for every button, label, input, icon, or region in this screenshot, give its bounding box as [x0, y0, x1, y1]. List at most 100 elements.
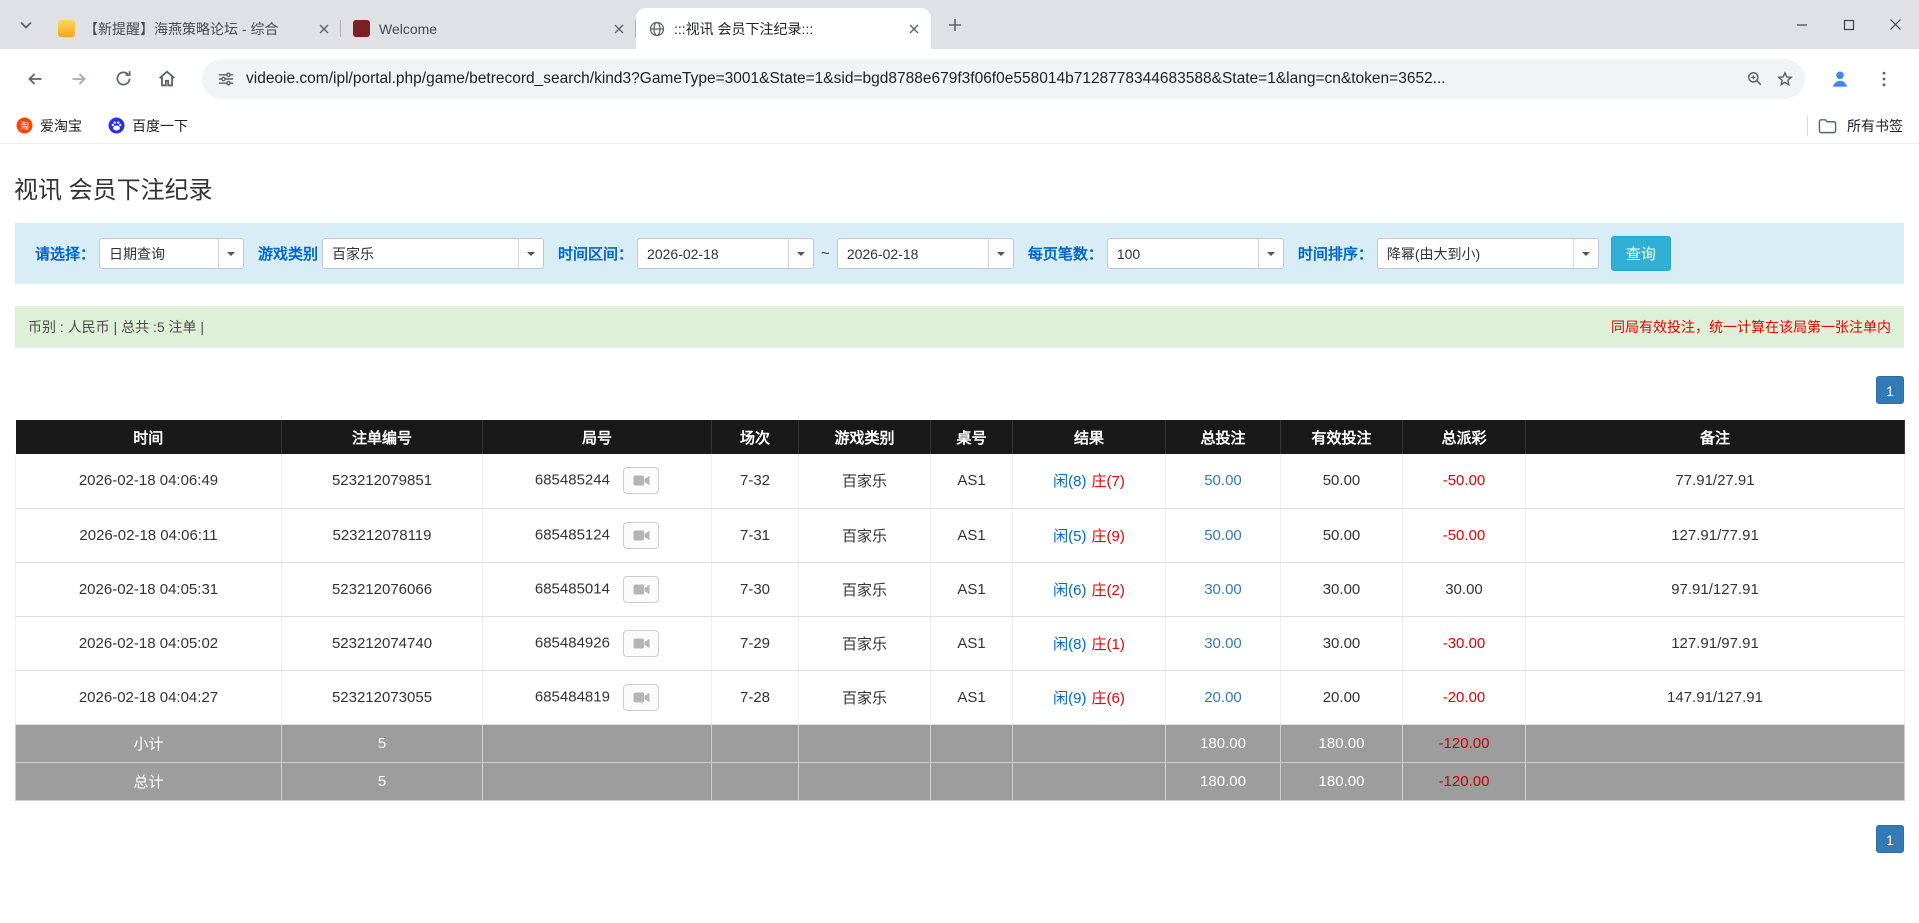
- svg-text:淘: 淘: [20, 120, 29, 131]
- result-banker: 庄(6): [1092, 690, 1125, 707]
- cell-payout: -30.00: [1403, 616, 1526, 670]
- profile-button[interactable]: [1821, 60, 1859, 98]
- browser-toolbar: videoie.com/ipl/portal.php/game/betrecor…: [0, 49, 1919, 108]
- search-button[interactable]: 查询: [1611, 236, 1671, 271]
- back-button[interactable]: [16, 60, 54, 98]
- cell-total-bet[interactable]: 50.00: [1166, 454, 1281, 508]
- close-tab-icon[interactable]: [315, 20, 333, 38]
- cell-game-type: 百家乐: [799, 670, 931, 724]
- cell-total-bet[interactable]: 20.00: [1166, 670, 1281, 724]
- date-to-input[interactable]: [838, 239, 988, 268]
- pagination-page-1[interactable]: 1: [1876, 376, 1904, 404]
- cell-bet-no: 523212079851: [282, 454, 483, 508]
- per-page-dropdown-button[interactable]: [1258, 239, 1283, 268]
- refresh-button[interactable]: [104, 60, 142, 98]
- cell-bet-no: 523212074740: [282, 616, 483, 670]
- header-valid-bet: 有效投注: [1281, 420, 1403, 454]
- pagination-page-1[interactable]: 1: [1876, 825, 1904, 853]
- taobao-icon: 淘: [16, 117, 33, 134]
- back-icon: [24, 68, 46, 90]
- header-session: 场次: [712, 420, 799, 454]
- header-table-no: 桌号: [931, 420, 1013, 454]
- minimize-button[interactable]: [1778, 0, 1825, 49]
- cell-total-bet[interactable]: 50.00: [1166, 508, 1281, 562]
- query-type-combobox: [99, 238, 244, 269]
- bookmark-baidu[interactable]: 百度一下: [108, 116, 188, 136]
- close-tab-icon[interactable]: [905, 20, 923, 38]
- close-window-button[interactable]: [1872, 0, 1919, 49]
- header-remark: 备注: [1526, 420, 1905, 454]
- new-tab-button[interactable]: [941, 11, 969, 39]
- bookmark-label: 百度一下: [132, 116, 188, 136]
- date-to-combobox: [837, 238, 1014, 269]
- replay-video-button[interactable]: [623, 576, 659, 603]
- table-header-row: 时间 注单编号 局号 场次 游戏类别 桌号 结果 总投注 有效投注 总派彩 备注: [16, 420, 1905, 454]
- kebab-menu-icon: [1874, 69, 1894, 89]
- cell-bet-no: 523212076066: [282, 562, 483, 616]
- game-type-input[interactable]: [323, 239, 518, 268]
- header-round-no: 局号: [483, 420, 712, 454]
- cell-payout: -50.00: [1403, 508, 1526, 562]
- date-from-dropdown-button[interactable]: [788, 239, 813, 268]
- cell-result: 闲(8)庄(1): [1013, 616, 1166, 670]
- cell-total-bet[interactable]: 30.00: [1166, 562, 1281, 616]
- table-row: 2026-02-18 04:06:11 523212078119 6854851…: [16, 508, 1905, 562]
- cell-valid-bet: 50.00: [1281, 508, 1403, 562]
- maximize-icon: [1843, 19, 1855, 31]
- tab-title: 【新提醒】海燕策略论坛 - 综合: [84, 19, 306, 39]
- close-tab-icon[interactable]: [610, 20, 628, 38]
- result-player: 闲(9): [1053, 690, 1086, 707]
- per-page-input[interactable]: [1108, 239, 1258, 268]
- chevron-down-icon: [1582, 252, 1590, 260]
- empty-cell: [483, 762, 712, 800]
- browser-tab-welcome[interactable]: Welcome: [341, 8, 636, 49]
- date-range-label: 时间区间：: [558, 243, 633, 264]
- header-game-type: 游戏类别: [799, 420, 931, 454]
- round-number: 685485124: [535, 526, 610, 543]
- folder-icon: [1818, 118, 1837, 134]
- browser-menu-button[interactable]: [1865, 60, 1903, 98]
- zoom-icon[interactable]: [1745, 69, 1765, 89]
- result-banker: 庄(1): [1092, 636, 1125, 653]
- time-sort-dropdown-button[interactable]: [1573, 239, 1598, 268]
- date-range-separator: ~: [821, 245, 830, 262]
- replay-video-button[interactable]: [623, 522, 659, 549]
- tab-search-button[interactable]: [12, 11, 40, 39]
- game-type-dropdown-button[interactable]: [518, 239, 543, 268]
- cell-round-no: 685485244: [483, 454, 712, 508]
- time-sort-input[interactable]: [1378, 239, 1573, 268]
- url-text[interactable]: videoie.com/ipl/portal.php/game/betrecor…: [246, 70, 1735, 88]
- bookmark-star-icon[interactable]: [1775, 69, 1795, 89]
- replay-video-button[interactable]: [623, 684, 659, 711]
- forward-button[interactable]: [60, 60, 98, 98]
- query-type-dropdown-button[interactable]: [218, 239, 243, 268]
- table-row: 2026-02-18 04:05:31 523212076066 6854850…: [16, 562, 1905, 616]
- query-type-input[interactable]: [100, 239, 218, 268]
- browser-tab-forum[interactable]: 【新提醒】海燕策略论坛 - 综合: [46, 8, 341, 49]
- result-player: 闲(5): [1053, 528, 1086, 545]
- empty-cell: [1013, 762, 1166, 800]
- home-button[interactable]: [148, 60, 186, 98]
- tab-title: Welcome: [379, 21, 601, 37]
- empty-cell: [799, 724, 931, 762]
- browser-tab-bet-records[interactable]: :::视讯 会员下注纪录:::: [636, 8, 931, 49]
- cell-round-no: 685485014: [483, 562, 712, 616]
- all-bookmarks-button[interactable]: 所有书签: [1847, 116, 1903, 136]
- cell-round-no: 685485124: [483, 508, 712, 562]
- total-payout: -120.00: [1403, 762, 1526, 800]
- cell-time: 2026-02-18 04:04:27: [16, 670, 282, 724]
- plus-icon: [948, 18, 962, 32]
- address-bar[interactable]: videoie.com/ipl/portal.php/game/betrecor…: [202, 59, 1805, 99]
- date-to-dropdown-button[interactable]: [988, 239, 1013, 268]
- date-from-input[interactable]: [638, 239, 788, 268]
- cell-time: 2026-02-18 04:06:11: [16, 508, 282, 562]
- currency-summary: 币别 : 人民币 | 总共 :5 注单 |: [28, 317, 204, 337]
- result-banker: 庄(2): [1092, 582, 1125, 599]
- replay-video-button[interactable]: [623, 467, 659, 494]
- cell-total-bet[interactable]: 30.00: [1166, 616, 1281, 670]
- maximize-button[interactable]: [1825, 0, 1872, 49]
- bookmark-aitaobao[interactable]: 淘 爱淘宝: [16, 116, 82, 136]
- site-info-icon[interactable]: [216, 69, 236, 89]
- empty-cell: [799, 762, 931, 800]
- replay-video-button[interactable]: [623, 630, 659, 657]
